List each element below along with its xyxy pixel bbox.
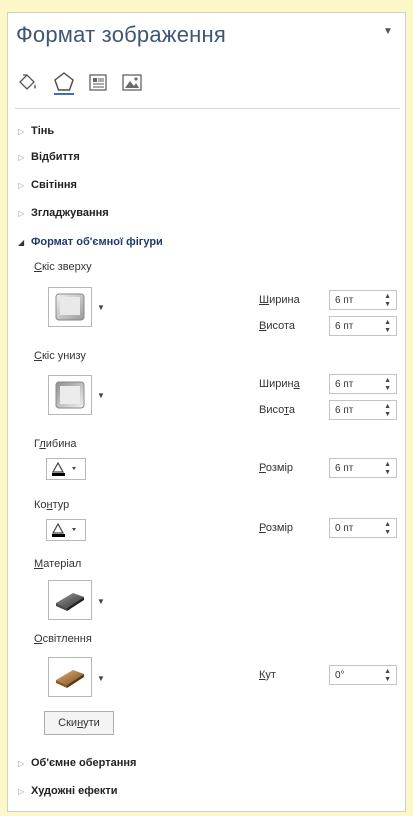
lighting-angle-label: Кут [259, 669, 276, 681]
top-bevel-height-spinner[interactable]: 6 пт ▲ ▼ [329, 316, 397, 336]
section-soft-edges[interactable]: Згладжування [31, 207, 109, 219]
depth-color-button[interactable] [46, 458, 86, 480]
tabs-divider [15, 108, 400, 109]
chevron-down-icon[interactable]: ▼ [97, 391, 105, 400]
lighting-label: Освітлення [34, 633, 92, 645]
spin-up-icon[interactable]: ▲ [384, 521, 391, 528]
bevel-preview-icon [55, 381, 85, 409]
tab-effects[interactable] [52, 70, 76, 96]
chevron-down-icon: ▼ [383, 26, 393, 37]
chevron-down-icon[interactable]: ▼ [97, 674, 105, 683]
layout-properties-icon [89, 74, 107, 91]
collapse-triangle-icon[interactable]: ◢ [18, 238, 24, 247]
effects-pentagon-icon [54, 72, 74, 95]
spin-down-icon[interactable]: ▼ [384, 676, 391, 683]
picture-icon [122, 74, 142, 91]
spin-up-icon[interactable]: ▲ [384, 461, 391, 468]
top-bevel-width-spinner[interactable]: 6 пт ▲ ▼ [329, 290, 397, 310]
pane-tabs [16, 70, 196, 100]
tab-layout-properties[interactable] [86, 70, 110, 96]
bottom-bevel-width-spinner[interactable]: 6 пт ▲ ▼ [329, 374, 397, 394]
depth-size-spinner[interactable]: 6 пт ▲ ▼ [329, 458, 397, 478]
spin-down-icon[interactable]: ▼ [384, 385, 391, 392]
spin-up-icon[interactable]: ▲ [384, 293, 391, 300]
expand-triangle-icon[interactable]: ▷ [18, 787, 24, 796]
contour-size-spinner[interactable]: 0 пт ▲ ▼ [329, 518, 397, 538]
spin-up-icon[interactable]: ▲ [384, 403, 391, 410]
section-artistic-effects[interactable]: Художні ефекти [31, 785, 118, 797]
bottom-bevel-height-value[interactable]: 6 пт [335, 405, 353, 416]
pane-title: Формат зображення [16, 22, 226, 47]
spin-up-icon[interactable]: ▲ [384, 668, 391, 675]
material-gallery[interactable] [48, 580, 92, 620]
top-bevel-width-label: Ширина [259, 294, 300, 306]
expand-triangle-icon[interactable]: ▷ [18, 153, 24, 162]
material-label: Матеріал [34, 558, 82, 570]
fill-line-icon [19, 74, 36, 90]
spin-down-icon[interactable]: ▼ [384, 327, 391, 334]
expand-triangle-icon[interactable]: ▷ [18, 181, 24, 190]
lighting-angle-value[interactable]: 0° [335, 670, 345, 681]
bottom-bevel-label: Скіс унизу [34, 350, 86, 362]
material-preview-icon [56, 593, 84, 611]
contour-label: Контур [34, 499, 70, 511]
depth-size-value[interactable]: 6 пт [335, 463, 353, 474]
depth-size-label: Розмір [259, 462, 294, 474]
spin-down-icon[interactable]: ▼ [384, 411, 391, 418]
color-picker-icon [51, 522, 76, 537]
top-bevel-gallery[interactable] [48, 287, 92, 327]
spin-down-icon[interactable]: ▼ [384, 469, 391, 476]
expand-triangle-icon[interactable]: ▷ [18, 759, 24, 768]
section-reflection[interactable]: Відбиття [31, 151, 80, 163]
lighting-gallery[interactable] [48, 657, 92, 697]
top-bevel-label: Скіс зверху [34, 261, 92, 273]
pane-options-button[interactable]: ▼ [383, 26, 393, 37]
reset-button[interactable]: Скинути [44, 711, 114, 735]
spin-up-icon[interactable]: ▲ [384, 377, 391, 384]
bottom-bevel-width-label: Ширина [259, 378, 300, 390]
bottom-bevel-gallery[interactable] [48, 375, 92, 415]
depth-label: Глибина [34, 438, 77, 450]
chevron-down-icon[interactable]: ▼ [97, 597, 105, 606]
bottom-bevel-width-value[interactable]: 6 пт [335, 379, 353, 390]
section-shadow[interactable]: Тінь [31, 125, 54, 137]
spin-up-icon[interactable]: ▲ [384, 319, 391, 326]
top-bevel-width-value[interactable]: 6 пт [335, 295, 353, 306]
expand-triangle-icon[interactable]: ▷ [18, 127, 24, 136]
chevron-down-icon[interactable]: ▼ [97, 303, 105, 312]
tab-fill-line[interactable] [16, 70, 40, 96]
spin-down-icon[interactable]: ▼ [384, 301, 391, 308]
contour-size-value[interactable]: 0 пт [335, 523, 353, 534]
color-picker-icon [51, 461, 76, 476]
spin-down-icon[interactable]: ▼ [384, 529, 391, 536]
section-glow[interactable]: Світіння [31, 179, 77, 191]
lighting-preview-icon [56, 670, 84, 688]
section-3d-rotation[interactable]: Об'ємне обертання [31, 757, 136, 769]
top-bevel-height-label: Висота [259, 320, 296, 332]
contour-size-label: Розмір [259, 522, 294, 534]
tab-picture[interactable] [120, 70, 144, 96]
expand-triangle-icon[interactable]: ▷ [18, 209, 24, 218]
bevel-preview-icon [55, 293, 85, 321]
contour-color-button[interactable] [46, 519, 86, 541]
bottom-bevel-height-label: Висота [259, 404, 296, 416]
top-bevel-height-value[interactable]: 6 пт [335, 321, 353, 332]
lighting-angle-spinner[interactable]: 0° ▲ ▼ [329, 665, 397, 685]
section-3d-format[interactable]: Формат об'ємної фігури [31, 236, 163, 248]
bottom-bevel-height-spinner[interactable]: 6 пт ▲ ▼ [329, 400, 397, 420]
